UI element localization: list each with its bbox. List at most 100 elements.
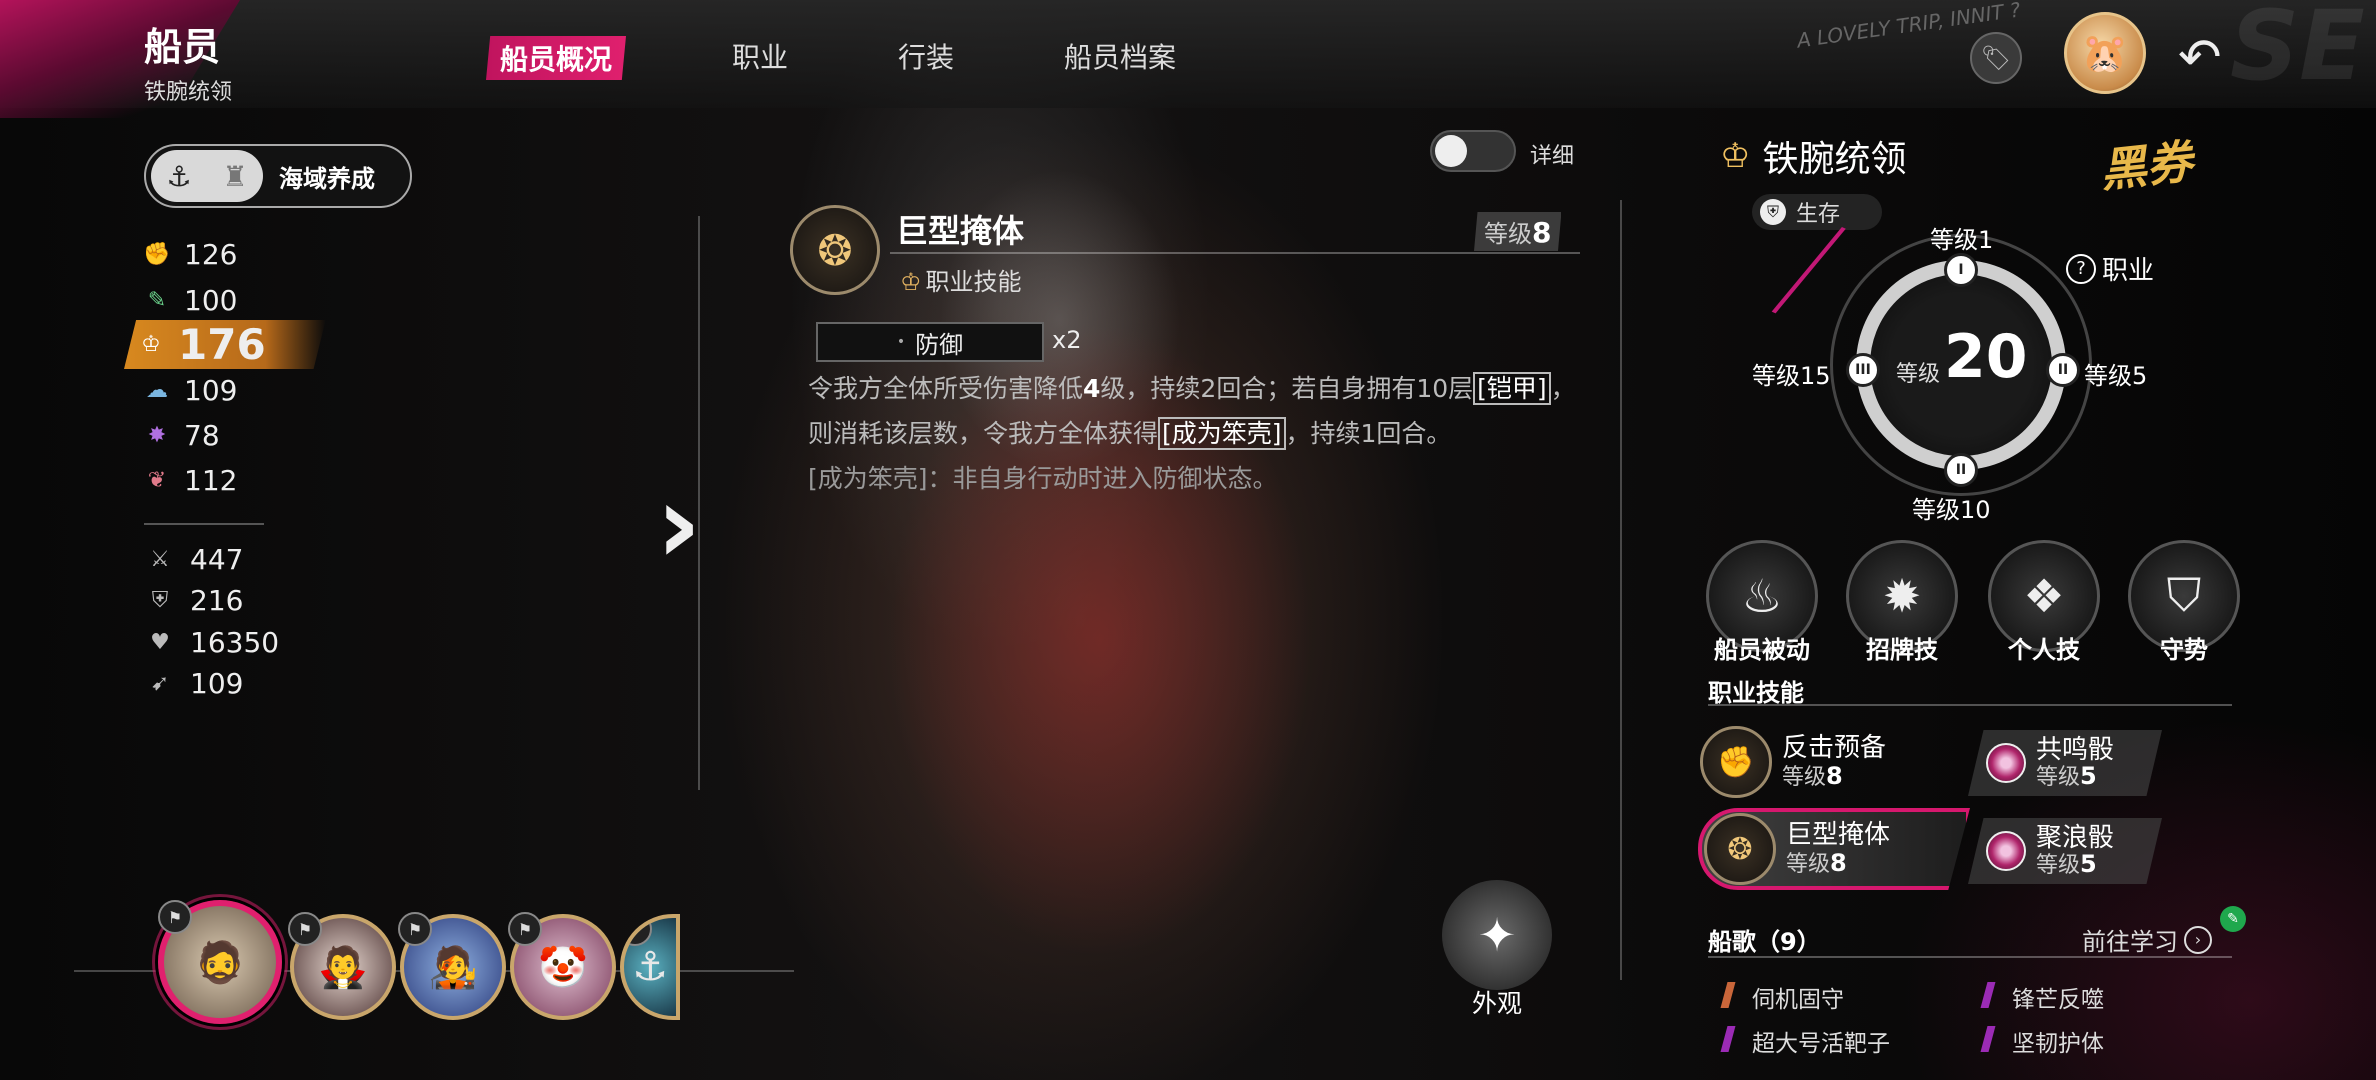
lips-icon: ❦ — [147, 468, 167, 493]
section-divider — [1708, 956, 2232, 958]
page-title: 船员 — [144, 25, 221, 69]
heart-icon: ♥ — [150, 630, 170, 655]
star-burst-icon: ✸ — [147, 423, 167, 448]
chevron-right-icon[interactable]: › — [656, 460, 701, 588]
page-subtitle: 铁腕统领 — [144, 80, 233, 105]
decor-letters: SE — [2230, 0, 2365, 102]
right-divider — [1620, 200, 1622, 980]
shield-icon: ⛨ — [1760, 199, 1786, 225]
stat-row: ✸ 78 — [140, 419, 220, 452]
dice-name: 聚浪骰 — [2036, 823, 2115, 853]
songs-title: 船歌（9） — [1708, 928, 1821, 956]
stat-value: 216 — [190, 584, 244, 617]
flag-icon: ⚑ — [158, 900, 192, 934]
flag-icon: ⚑ — [398, 912, 432, 946]
shield-icon: ⛨ — [151, 588, 169, 613]
tab-crew-archive[interactable]: 船员档案 — [1064, 36, 1176, 76]
stat-row-highlight: ♔ 176 — [124, 320, 326, 369]
class-emblem-icon: ♔ — [900, 268, 922, 296]
sea-toggle[interactable]: ⚓ ♜ — [151, 150, 263, 202]
stat-value: 109 — [190, 667, 244, 700]
stat-row: ✎ 100 — [140, 284, 238, 317]
keyword-shell[interactable]: [成为笨壳] — [1158, 417, 1286, 450]
dice-card[interactable]: 共鸣骰 等级5 — [1968, 730, 2162, 796]
new-badge-icon: ✎ — [2220, 906, 2246, 932]
song-item[interactable]: 锋芒反噬 — [1984, 980, 2104, 1014]
stat-row: ✊ 126 — [140, 238, 237, 271]
stat-value: 112 — [184, 464, 238, 497]
tab-profession[interactable]: 职业 — [732, 36, 788, 76]
dice-level: 等级5 — [2036, 762, 2097, 790]
level-node[interactable]: II — [2046, 353, 2080, 387]
skill-description: 令我方全体所受伤害降低4级，持续2回合；若自身拥有10层 [铠甲] ，则消耗该层数，… — [808, 372, 1576, 493]
level-node-label: 等级1 — [1930, 226, 1994, 254]
class-help-button[interactable]: ? 职业 — [2066, 250, 2154, 287]
sea-cultivation-button[interactable]: ⚓ ♜ 海域养成 — [144, 144, 412, 208]
song-item[interactable]: 坚韧护体 — [1984, 1024, 2104, 1058]
crew-portrait-3[interactable]: ⚑ 🧑‍🎤 — [398, 912, 506, 1020]
tag-icon[interactable]: 🏷 — [1970, 32, 2022, 84]
goto-learn-button[interactable]: 前往学习 › — [2082, 922, 2212, 957]
shield-fist-icon: ❂ — [1704, 813, 1776, 885]
defense-badge: 防御 — [816, 322, 1044, 362]
section-divider — [1708, 704, 2232, 706]
stat-value: 78 — [184, 419, 220, 452]
dice-icon — [1986, 831, 2026, 871]
skill-card-name: 巨型掩体 — [1786, 820, 1891, 850]
back-arrow-icon[interactable]: ↶ — [2178, 28, 2222, 88]
class-name: 铁腕统领 — [1762, 139, 1907, 180]
stat-value: 109 — [184, 374, 238, 407]
anchor-icon: ⚓ — [166, 159, 192, 193]
level-node[interactable]: I — [1944, 253, 1978, 287]
skill-card-level: 等级8 — [1782, 762, 1843, 790]
boot-icon: ➹ — [150, 671, 170, 696]
detail-toggle[interactable] — [1430, 130, 1516, 172]
crew-portrait-1[interactable]: ⚑ 🧔 — [158, 900, 282, 1024]
level-node[interactable]: II — [1944, 453, 1978, 487]
level-node-label: 等级10 — [1912, 496, 1991, 524]
stat-value: 447 — [190, 543, 244, 576]
class-skill-card-selected[interactable]: ❂ 巨型掩体 等级8 — [1698, 808, 1970, 890]
shield-fist-icon: ❂ — [790, 205, 880, 295]
sea-cultivation-label: 海域养成 — [279, 164, 375, 193]
stat-value: 126 — [184, 238, 238, 271]
stat-row: ⛨ 216 — [146, 584, 244, 617]
flag-icon: ⚑ — [288, 912, 322, 946]
stat-value: 176 — [178, 320, 266, 369]
class-skill-card[interactable]: ✊ 反击预备 等级8 — [1700, 724, 1940, 800]
class-skills-title: 职业技能 — [1708, 679, 1804, 707]
detail-toggle-label: 详细 — [1530, 144, 1575, 169]
keyword-armor[interactable]: [铠甲] — [1473, 372, 1551, 405]
skill-card-name: 反击预备 — [1782, 733, 1887, 763]
tab-gear[interactable]: 行装 — [898, 36, 954, 76]
stat-row: ♥ 16350 — [146, 626, 279, 659]
skill-name: 巨型掩体 — [896, 212, 1025, 250]
class-header: ♔ 铁腕统领 — [1720, 130, 1907, 182]
cloud-icon: ☁ — [146, 378, 168, 403]
stat-row: ➹ 109 — [146, 667, 244, 700]
skill-note: [成为笨壳]：非自身行动时进入防御状态。 — [808, 464, 1278, 493]
song-item[interactable]: 伺机固守 — [1724, 980, 1844, 1014]
skill-type: ♔ 职业技能 — [900, 268, 1022, 296]
dice-icon — [1986, 743, 2026, 783]
ability-label: 个人技 — [2008, 636, 2080, 664]
dice-card[interactable]: 聚浪骰 等级5 — [1968, 818, 2162, 884]
class-emblem-icon: ♔ — [141, 332, 161, 357]
tab-crew-overview[interactable]: 船员概况 — [486, 36, 627, 80]
dice-name: 共鸣骰 — [2036, 735, 2115, 765]
level-center-label: 等级 — [1896, 362, 1941, 387]
toggle-knob — [1435, 135, 1467, 167]
level-node[interactable]: III — [1846, 353, 1880, 387]
level-node-label: 等级15 — [1752, 362, 1831, 390]
flag-icon: ⚑ — [624, 918, 652, 946]
outfit-button[interactable]: ✦ — [1442, 880, 1552, 990]
stat-value: 16350 — [190, 626, 280, 659]
crew-portrait-2[interactable]: ⚑ 🧛 — [288, 912, 396, 1020]
fist-icon: ✊ — [1700, 726, 1772, 798]
badge-multiplier: x2 — [1052, 326, 1082, 354]
song-item[interactable]: 超大号活靶子 — [1724, 1024, 1890, 1058]
hamster-avatar-icon[interactable]: 🐹 — [2064, 12, 2146, 94]
skill-level: 等级8 — [1474, 212, 1562, 251]
level-node-label: 等级5 — [2084, 362, 2148, 390]
crew-portrait-4[interactable]: ⚑ 🤡 — [508, 912, 616, 1020]
